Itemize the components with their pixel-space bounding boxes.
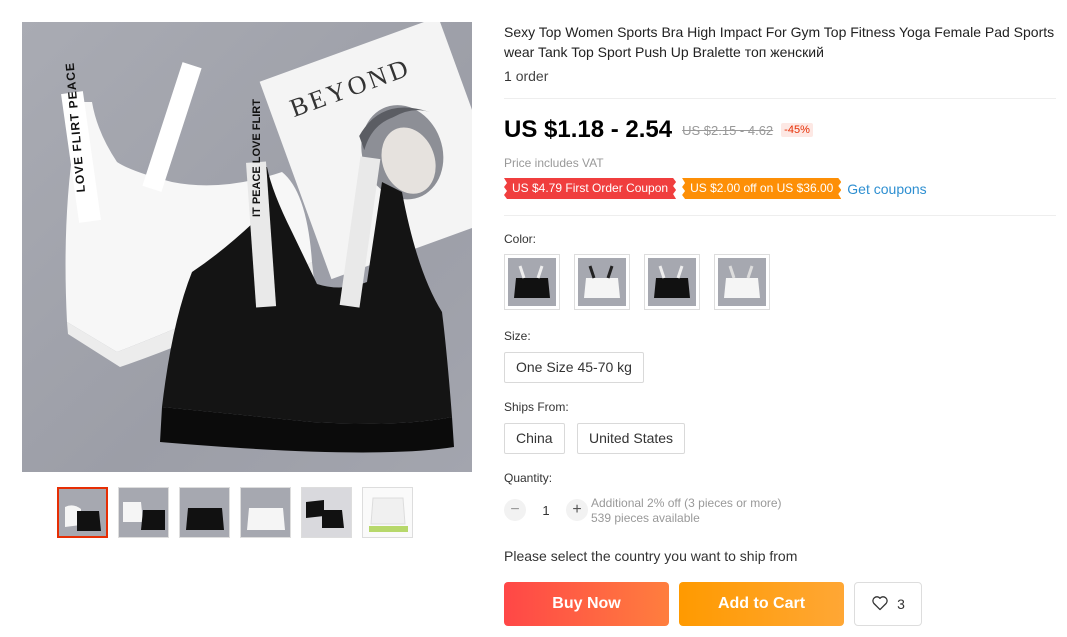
color-option-black[interactable]	[504, 254, 560, 310]
color-option-white[interactable]	[574, 254, 630, 310]
heart-icon	[871, 595, 889, 614]
quantity-stepper: − 1 +	[504, 499, 588, 521]
wishlist-button[interactable]: 3	[854, 582, 922, 626]
orders-number: 1	[504, 68, 512, 84]
bulk-discount-note: Additional 2% off (3 pieces or more)	[591, 496, 782, 510]
wishlist-count: 3	[897, 596, 905, 612]
size-option-one-size[interactable]: One Size 45-70 kg	[504, 352, 644, 383]
pieces-available: 539 pieces available	[591, 511, 700, 525]
main-product-image[interactable]: BEYOND LOVE FLIRT PEACE IT PEACE LOVE FL…	[22, 22, 472, 472]
divider	[504, 215, 1056, 216]
get-coupons-link[interactable]: Get coupons	[847, 181, 926, 197]
threshold-coupon[interactable]: US $2.00 off on US $36.00	[682, 178, 841, 199]
price-row: US $1.18 - 2.54 US $2.15 - 4.62 -45%	[504, 116, 813, 144]
product-photo: BEYOND LOVE FLIRT PEACE IT PEACE LOVE FL…	[61, 22, 472, 453]
buy-now-button[interactable]: Buy Now	[504, 582, 669, 626]
ships-from-china[interactable]: China	[504, 423, 565, 454]
color-option-black-2[interactable]	[644, 254, 700, 310]
add-to-cart-button[interactable]: Add to Cart	[679, 582, 844, 626]
ships-from-united-states[interactable]: United States	[577, 423, 686, 454]
ships-from-label: Ships From:	[504, 400, 569, 414]
color-label: Color:	[504, 232, 537, 246]
thumbnail-6[interactable]	[362, 487, 413, 538]
shipping-message: Please select the country you want to sh…	[504, 548, 798, 564]
quantity-info: Additional 2% off (3 pieces or more) 539…	[591, 496, 782, 526]
quantity-value[interactable]: 1	[526, 503, 566, 518]
quantity-decrease-button[interactable]: −	[504, 499, 526, 521]
vat-note: Price includes VAT	[504, 156, 604, 170]
divider	[504, 98, 1056, 99]
black-strap-text: IT PEACE LOVE FLIRT	[251, 99, 263, 217]
current-price: US $1.18 - 2.54	[504, 116, 673, 143]
color-option-white-2[interactable]	[714, 254, 770, 310]
quantity-increase-button[interactable]: +	[566, 499, 588, 521]
orders-count: 1 order	[504, 68, 548, 84]
orders-label: order	[515, 68, 549, 84]
discount-badge: -45%	[781, 123, 813, 137]
quantity-label: Quantity:	[504, 471, 553, 485]
coupon-row: US $4.79 First Order Coupon US $2.00 off…	[504, 178, 927, 199]
original-price: US $2.15 - 4.62	[682, 122, 774, 138]
thumbnail-1[interactable]	[57, 487, 108, 538]
color-options	[504, 254, 770, 310]
thumbnail-5[interactable]	[301, 487, 352, 538]
thumbnail-2[interactable]	[118, 487, 169, 538]
product-title: Sexy Top Women Sports Bra High Impact Fo…	[504, 24, 1055, 60]
thumbnail-3[interactable]	[179, 487, 230, 538]
thumbnail-4[interactable]	[240, 487, 291, 538]
size-label: Size:	[504, 329, 531, 343]
thumbnail-strip	[57, 487, 413, 538]
first-order-coupon[interactable]: US $4.79 First Order Coupon	[504, 178, 676, 199]
